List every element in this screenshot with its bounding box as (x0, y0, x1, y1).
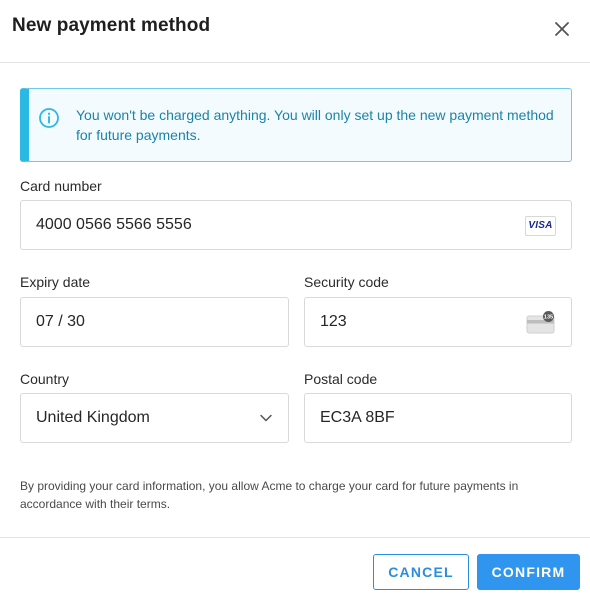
info-message: You won't be charged anything. You will … (76, 107, 554, 143)
close-icon (555, 22, 569, 36)
security-code-field[interactable]: 123 135 (304, 297, 572, 347)
terms-footnote: By providing your card information, you … (20, 479, 519, 511)
confirm-button[interactable]: CONFIRM (477, 554, 580, 590)
card-number-label: Card number (20, 178, 102, 194)
postal-code-field[interactable]: EC3A 8BF (304, 393, 572, 443)
visa-card-icon: VISA (525, 216, 556, 236)
card-number-value: 4000 0566 5566 5556 (36, 216, 192, 233)
chevron-down-icon (260, 414, 272, 422)
expiry-date-value: 07 / 30 (36, 313, 85, 330)
expiry-date-field[interactable]: 07 / 30 (20, 297, 289, 347)
cancel-button[interactable]: CANCEL (373, 554, 469, 590)
security-code-label: Security code (304, 274, 389, 290)
card-number-field[interactable]: 4000 0566 5566 5556 VISA (20, 200, 572, 250)
cvc-icon-text: 135 (544, 315, 553, 321)
payment-method-dialog: New payment method You won't be charged … (0, 0, 590, 601)
footer-divider (0, 537, 590, 538)
country-label: Country (20, 371, 70, 387)
security-code-value: 123 (320, 313, 347, 330)
dialog-header: New payment method (0, 0, 590, 63)
info-icon (39, 108, 59, 128)
info-banner: You won't be charged anything. You will … (20, 88, 572, 162)
cvc-card-icon: 135 (526, 311, 555, 334)
close-button[interactable] (548, 16, 576, 44)
postal-code-label: Postal code (304, 371, 378, 387)
dialog-title: New payment method (12, 15, 211, 36)
country-select[interactable]: United Kingdom (20, 393, 289, 443)
postal-code-value: EC3A 8BF (320, 409, 395, 426)
country-value: United Kingdom (36, 409, 150, 426)
expiry-date-label: Expiry date (20, 274, 91, 290)
